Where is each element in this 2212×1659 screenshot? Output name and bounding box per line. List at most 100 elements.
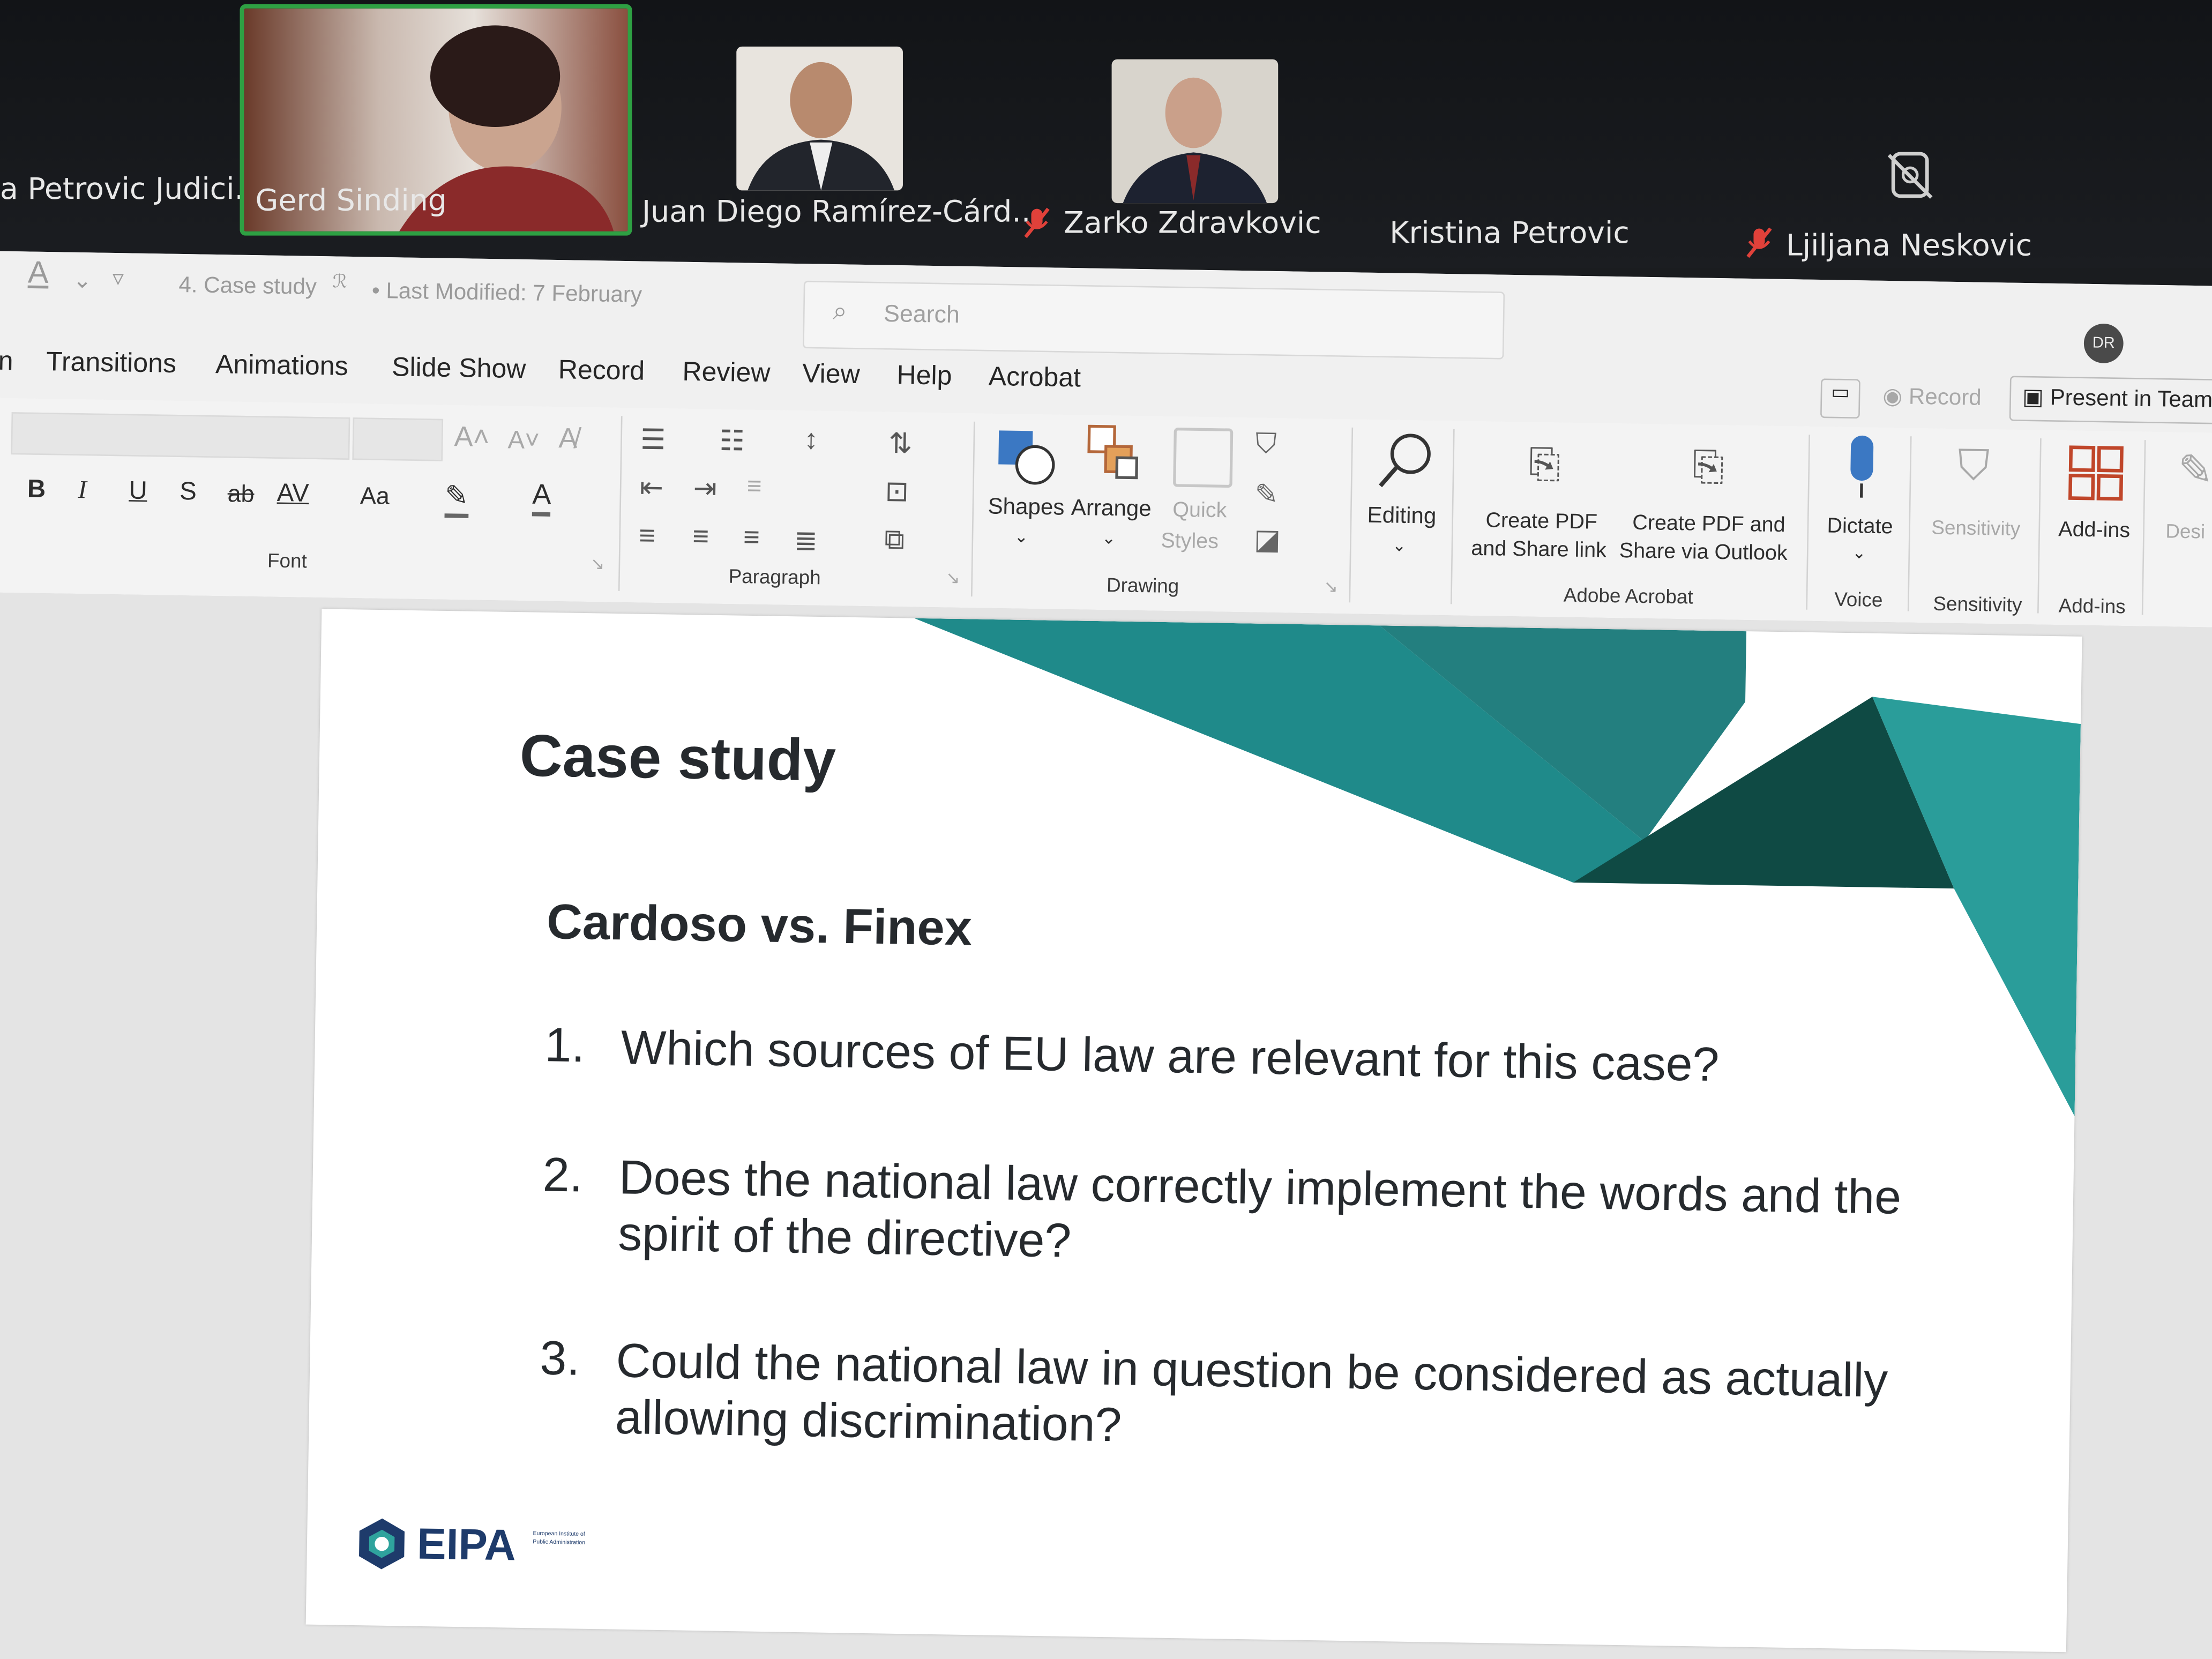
question-text: Does the national law correctly implemen… <box>617 1151 1902 1268</box>
separator <box>618 416 623 591</box>
share-icon: ℛ <box>332 270 348 292</box>
increase-indent-icon[interactable]: ⇥ <box>693 471 717 507</box>
person-silhouette <box>1123 77 1267 204</box>
question-number: 2. <box>542 1148 584 1203</box>
separator <box>1349 427 1354 603</box>
add-ins-button[interactable]: Add-ins <box>2058 518 2131 543</box>
change-case-button[interactable]: Aa <box>360 482 390 511</box>
underline-button[interactable]: U <box>129 476 147 506</box>
group-label-sensitivity: Sensitivity <box>1933 592 2022 616</box>
group-label-paragraph: Paragraph <box>728 564 821 589</box>
create-pdf-outlook-label-1[interactable]: Create PDF and <box>1632 511 1785 537</box>
present-in-teams-button[interactable]: ▣ Present in Team <box>2009 376 2212 424</box>
numbering-icon[interactable]: ☷ <box>719 423 745 459</box>
text-direction-icon[interactable]: ⇅ <box>888 426 913 462</box>
tab-review[interactable]: Review <box>682 358 771 390</box>
tab-transitions[interactable]: Transitions <box>46 348 177 381</box>
question-number: 3. <box>539 1332 581 1386</box>
separator <box>1450 429 1455 604</box>
line-spacing-icon[interactable]: ↕ <box>804 424 818 457</box>
comments-icon[interactable]: ▭ <box>1820 378 1860 419</box>
chevron-down-icon: ⌄ <box>1101 528 1116 548</box>
clear-formatting-icon[interactable]: A̸ <box>558 423 578 456</box>
record-button[interactable]: ◉ Record <box>1882 382 1982 412</box>
participant-name: a Petrovic Judici... <box>0 172 263 206</box>
columns-icon[interactable]: ≡ <box>746 472 762 502</box>
tab-record[interactable]: Record <box>558 356 645 388</box>
dictate-button[interactable]: Dictate <box>1827 514 1893 539</box>
align-text-icon[interactable]: ⊡ <box>885 474 909 510</box>
person-silhouette <box>748 62 895 191</box>
designer-button[interactable]: Desi <box>2165 519 2205 542</box>
justify-icon[interactable]: ≣ <box>794 523 818 559</box>
chevron-down-icon: ⌄ <box>1392 535 1407 556</box>
tab-view[interactable]: View <box>802 360 860 392</box>
search-icon: ⌕ <box>832 296 848 325</box>
font-color-icon[interactable]: A <box>532 479 551 517</box>
character-spacing-button[interactable]: AV <box>276 479 309 509</box>
increase-font-icon[interactable]: A˄ <box>454 422 490 455</box>
slide-canvas: Case study Cardoso vs. Finex 1. Which so… <box>0 592 2212 1659</box>
align-left-icon[interactable]: ≡ <box>639 521 656 554</box>
muted-mic-icon <box>1024 207 1050 238</box>
participant-name: Kristina Petrovic <box>1389 215 1630 250</box>
arrange-button[interactable]: Arrange <box>1071 497 1152 524</box>
quick-styles-label-2[interactable]: Styles <box>1161 529 1219 554</box>
shape-effects-icon[interactable]: ◪ <box>1254 522 1281 558</box>
group-label-voice: Voice <box>1834 587 1883 611</box>
ribbon: A˄ A˅ A̸ B I U S ab AV Aa ✎ A Font ↘ ☰ ☷… <box>0 398 2212 630</box>
tab-animations[interactable]: Animations <box>215 350 348 384</box>
quick-styles-icon <box>1173 427 1234 488</box>
editing-button[interactable]: Editing <box>1367 504 1436 530</box>
create-pdf-icon: ⎘ <box>1528 442 1561 486</box>
chevron-down-icon[interactable]: ⌄ <box>73 266 92 295</box>
quick-styles-label-1[interactable]: Quick <box>1172 498 1227 523</box>
create-pdf-label-2[interactable]: and Share link <box>1471 536 1606 563</box>
tab-slide-show[interactable]: Slide Show <box>392 353 526 386</box>
bold-button[interactable]: B <box>27 474 46 504</box>
last-modified[interactable]: • Last Modified: 7 February <box>372 280 642 309</box>
group-label-font: Font <box>267 549 308 572</box>
drawing-dialog-launcher-icon[interactable]: ↘ <box>1324 577 1338 596</box>
italic-button[interactable]: I <box>78 475 87 505</box>
align-center-icon[interactable]: ≡ <box>692 521 709 554</box>
bullets-icon[interactable]: ☰ <box>640 422 666 458</box>
shape-fill-icon[interactable]: ⛉ <box>1255 429 1277 461</box>
highlight-icon[interactable]: ✎ <box>444 478 469 518</box>
align-right-icon[interactable]: ≡ <box>743 522 760 555</box>
customize-toolbar-icon[interactable]: ▿ <box>112 264 124 293</box>
create-pdf-label-1[interactable]: Create PDF <box>1485 509 1597 534</box>
shapes-icon <box>998 430 1055 485</box>
font-size-select[interactable] <box>352 417 444 461</box>
strikethrough-button[interactable]: ab <box>227 481 255 509</box>
smartart-icon[interactable]: ⧉ <box>884 525 905 557</box>
tab-acrobat[interactable]: Acrobat <box>988 363 1081 395</box>
sensitivity-button[interactable]: Sensitivity <box>1931 515 2021 540</box>
shape-outline-icon[interactable]: ✎ <box>1254 477 1279 513</box>
font-color-quick-icon[interactable]: A <box>27 255 49 292</box>
search-input[interactable]: ⌕ Search <box>802 280 1505 360</box>
tab-help[interactable]: Help <box>896 361 952 393</box>
slide[interactable]: Case study Cardoso vs. Finex 1. Which so… <box>305 609 2082 1653</box>
participant-video-juan[interactable] <box>736 46 903 191</box>
eipa-logo-subtext: European Institute of Public Administrat… <box>533 1529 586 1546</box>
participant-name: Juan Diego Ramírez-Cárd... <box>641 195 1041 229</box>
participant-name: Gerd Sinding <box>255 183 447 218</box>
tab-truncated[interactable]: n <box>0 347 13 378</box>
shadow-button[interactable]: S <box>180 477 197 507</box>
paragraph-dialog-launcher-icon[interactable]: ↘ <box>946 568 960 588</box>
create-pdf-outlook-label-2[interactable]: Share via Outlook <box>1619 539 1788 566</box>
decrease-indent-icon[interactable]: ⇤ <box>639 470 663 506</box>
powerpoint-window: A ⌄ ▿ 4. Case study ℛ • Last Modified: 7… <box>0 251 2212 1659</box>
font-name-select[interactable] <box>11 412 350 460</box>
participant-video-zarko[interactable] <box>1111 59 1279 204</box>
avatar[interactable]: DR <box>2083 323 2124 364</box>
font-dialog-launcher-icon[interactable]: ↘ <box>591 554 605 574</box>
separator <box>2141 440 2146 615</box>
participant-video-gerd[interactable]: Gerd Sinding <box>240 4 632 236</box>
chevron-down-icon: ⌄ <box>1851 542 1867 563</box>
shapes-button[interactable]: Shapes <box>988 495 1065 522</box>
participant-name: Zarko Zdravkovic <box>1064 206 1321 240</box>
document-title[interactable]: 4. Case study <box>178 274 317 301</box>
decrease-font-icon[interactable]: A˅ <box>507 425 540 455</box>
